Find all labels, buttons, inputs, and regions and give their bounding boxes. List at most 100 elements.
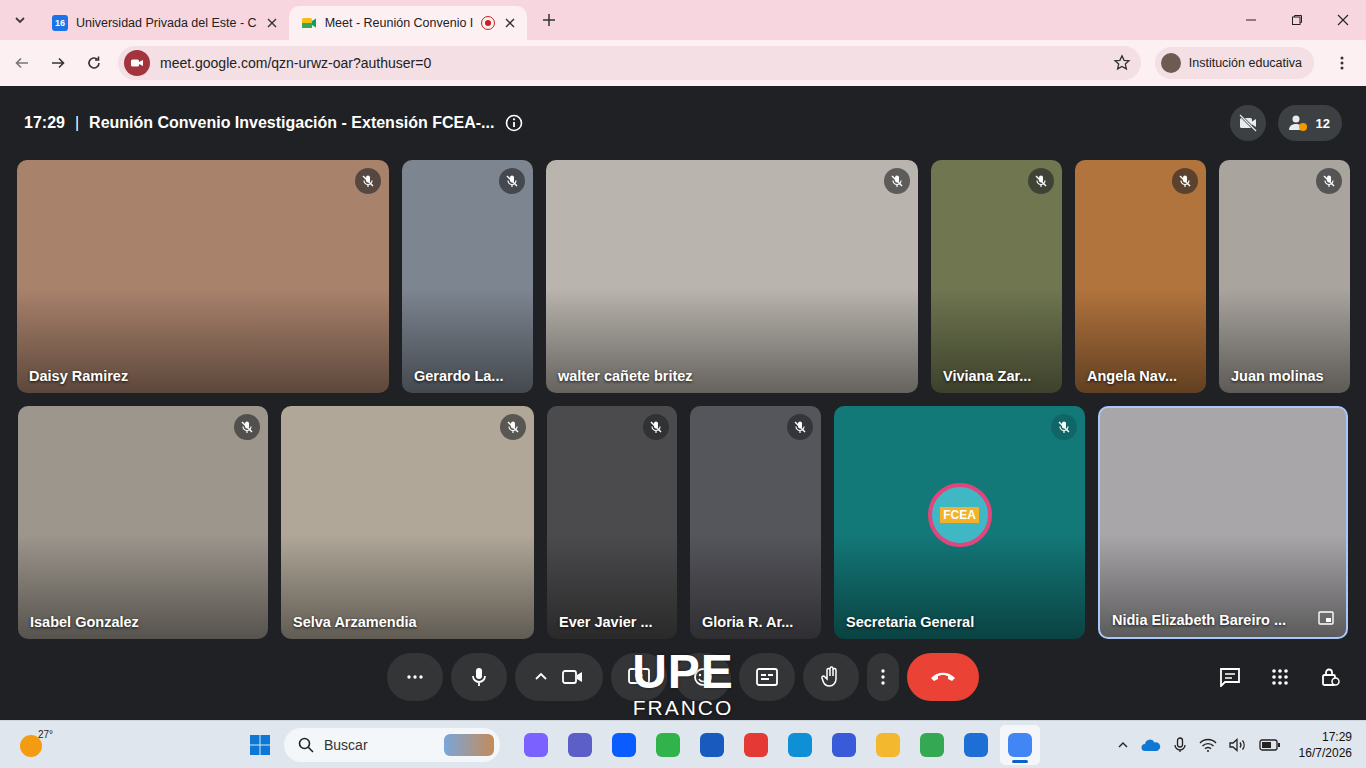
- app-icon: [1008, 733, 1032, 757]
- chevron-up-icon[interactable]: [1117, 739, 1129, 751]
- star-icon[interactable]: [1113, 54, 1131, 72]
- meeting-title: Reunión Convenio Investigación - Extensi…: [89, 114, 494, 132]
- recording-icon: [481, 16, 495, 30]
- arrow-left-icon: [14, 55, 30, 71]
- participant-name: Ever Javier ...: [559, 614, 669, 630]
- mic-off-icon: [355, 168, 381, 194]
- camera-status-button[interactable]: [1230, 105, 1266, 141]
- onedrive-icon[interactable]: [1141, 738, 1161, 752]
- mic-icon[interactable]: [1173, 737, 1187, 753]
- participant-tile[interactable]: Ever Javier ...: [547, 406, 677, 639]
- participant-tile[interactable]: Selva Arzamendia: [281, 406, 534, 639]
- clock[interactable]: 17:29 16/7/2026: [1299, 729, 1352, 761]
- participant-tile[interactable]: Juan molinas: [1219, 160, 1350, 393]
- wifi-icon[interactable]: [1199, 738, 1217, 752]
- participant-tile[interactable]: walter cañete britez: [546, 160, 918, 393]
- taskbar-app[interactable]: [604, 725, 644, 765]
- forward-button[interactable]: [42, 47, 74, 79]
- taskbar-app[interactable]: [692, 725, 732, 765]
- meet-area: 17:29 | Reunión Convenio Investigación -…: [0, 86, 1366, 720]
- taskbar-app[interactable]: [912, 725, 952, 765]
- mic-button[interactable]: [451, 653, 507, 701]
- watermark-title: UPE: [632, 648, 734, 696]
- participant-tile[interactable]: Gerardo La...: [402, 160, 533, 393]
- volume-icon[interactable]: [1229, 738, 1247, 752]
- chat-button[interactable]: [1210, 657, 1250, 697]
- restore-button[interactable]: [1274, 0, 1320, 40]
- app-icon: [568, 733, 592, 757]
- meet-icon: [301, 15, 317, 31]
- taskbar-app[interactable]: [648, 725, 688, 765]
- browser-tab[interactable]: Meet - Reunión Convenio I: [289, 6, 528, 40]
- participant-tile[interactable]: FCEA Secretaria General: [834, 406, 1085, 639]
- present-button[interactable]: [611, 653, 667, 701]
- participant-tile[interactable]: Daisy Ramirez: [17, 160, 389, 393]
- options-button[interactable]: [867, 653, 899, 701]
- taskbar-app[interactable]: [516, 725, 556, 765]
- taskbar-app[interactable]: [956, 725, 996, 765]
- video-grid: Daisy Ramirez Gerardo La... walter cañet…: [0, 160, 1366, 639]
- participant-name: Gerardo La...: [414, 368, 525, 384]
- plus-icon: [542, 13, 556, 27]
- weather-widget[interactable]: 27°: [0, 729, 240, 761]
- back-button[interactable]: [6, 47, 38, 79]
- pop-out-icon[interactable]: [1316, 609, 1336, 627]
- chat-icon: [1219, 667, 1241, 687]
- app-icon: [920, 733, 944, 757]
- kebab-icon: [1334, 55, 1350, 71]
- participant-name: Viviana Zar...: [943, 368, 1054, 384]
- captions-button[interactable]: [739, 653, 795, 701]
- browser-menu-button[interactable]: [1326, 47, 1358, 79]
- close-icon[interactable]: [503, 16, 517, 30]
- host-controls-button[interactable]: [1310, 657, 1350, 697]
- address-bar[interactable]: meet.google.com/qzn-urwz-oar?authuser=0: [118, 46, 1141, 80]
- participant-name: Secretaria General: [846, 614, 1077, 630]
- taskbar-app[interactable]: [780, 725, 820, 765]
- participant-tile[interactable]: Nidia Elizabeth Bareiro ...: [1098, 406, 1348, 639]
- camera-icon[interactable]: [562, 669, 584, 685]
- taskbar-search[interactable]: Buscar: [284, 728, 500, 762]
- app-icon: [744, 733, 768, 757]
- battery-icon[interactable]: [1259, 739, 1281, 751]
- meeting-time: 17:29: [24, 114, 65, 132]
- app-icon: [524, 733, 548, 757]
- close-icon[interactable]: [265, 16, 279, 30]
- reload-button[interactable]: [78, 47, 110, 79]
- close-window-button[interactable]: [1320, 0, 1366, 40]
- raise-hand-button[interactable]: [803, 653, 859, 701]
- taskbar-app[interactable]: [736, 725, 776, 765]
- taskbar-app[interactable]: [560, 725, 600, 765]
- reactions-button[interactable]: [675, 653, 731, 701]
- participants-button[interactable]: 12: [1278, 105, 1342, 141]
- tab-search-button[interactable]: [6, 6, 34, 34]
- activities-button[interactable]: [1260, 657, 1300, 697]
- kebab-icon: [880, 668, 886, 686]
- camera-group: [515, 653, 603, 701]
- url-text: meet.google.com/qzn-urwz-oar?authuser=0: [160, 55, 1103, 71]
- system-tray: 17:29 16/7/2026: [1117, 729, 1366, 761]
- profile-chip[interactable]: Institución educativa: [1155, 47, 1314, 79]
- site-info-icon[interactable]: [124, 50, 150, 76]
- participant-name: Selva Arzamendia: [293, 614, 526, 630]
- taskbar-app[interactable]: [1000, 725, 1040, 765]
- participant-tile[interactable]: Viviana Zar...: [931, 160, 1062, 393]
- taskbar-app[interactable]: [868, 725, 908, 765]
- participant-tile[interactable]: Angela Nav...: [1075, 160, 1206, 393]
- more-actions-button[interactable]: [387, 653, 443, 701]
- taskbar-app[interactable]: [824, 725, 864, 765]
- hand-icon: [821, 666, 841, 688]
- leave-call-button[interactable]: [907, 653, 979, 701]
- participant-tile[interactable]: Gloria R. Ar...: [690, 406, 821, 639]
- new-tab-button[interactable]: [535, 6, 563, 34]
- info-icon[interactable]: [504, 113, 524, 133]
- minimize-button[interactable]: [1228, 0, 1274, 40]
- browser-tab[interactable]: 16 Universidad Privada del Este - C: [40, 6, 289, 40]
- watermark: UPE FRANCO: [0, 648, 1366, 720]
- start-button[interactable]: [240, 725, 280, 765]
- favicon-icon: 16: [52, 15, 68, 31]
- mic-off-icon: [1028, 168, 1054, 194]
- mic-off-icon: [499, 168, 525, 194]
- participant-tile[interactable]: Isabel Gonzalez: [18, 406, 268, 639]
- chevron-up-icon[interactable]: [534, 670, 548, 684]
- participant-name: walter cañete britez: [558, 368, 910, 384]
